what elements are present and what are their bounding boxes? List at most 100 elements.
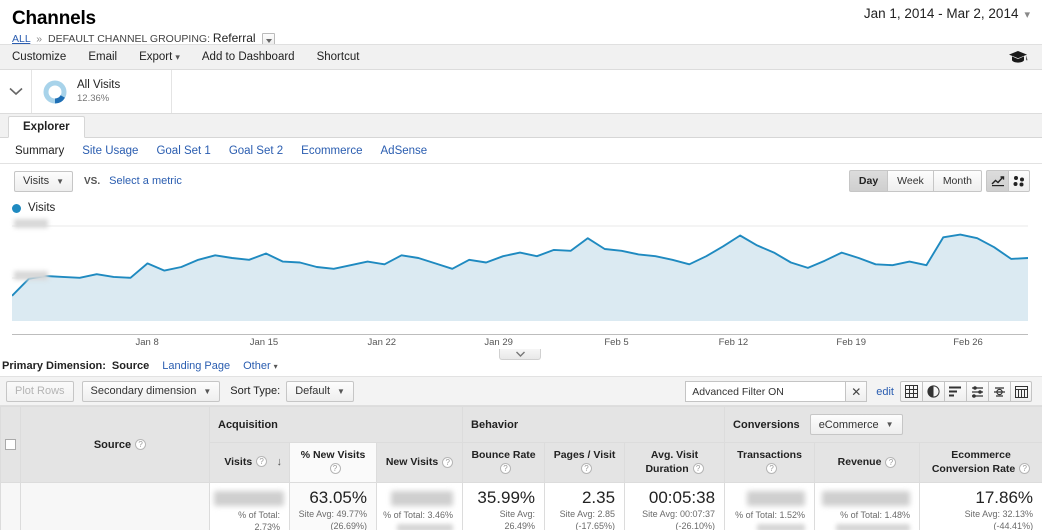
report-data-table: Source? Acquisition Behavior Conversions… bbox=[0, 406, 1042, 530]
pivot-view-icon[interactable] bbox=[1010, 381, 1032, 402]
summary-pct-new-visits-delta: (26.69%) bbox=[330, 521, 367, 530]
summary-avg-visit-duration-siteavg: Site Avg: 00:07:37 bbox=[642, 509, 716, 519]
chevron-down-icon: ▾ bbox=[175, 52, 180, 62]
summary-pages-per-visit-value: 2.35 bbox=[581, 488, 616, 507]
segment-bar: All Visits 12.36% bbox=[0, 70, 1042, 114]
segment-expand-toggle[interactable] bbox=[0, 70, 32, 113]
select-a-metric-link[interactable]: Select a metric bbox=[109, 175, 182, 187]
clear-filter-icon[interactable]: ✕ bbox=[845, 381, 868, 402]
graduation-cap-icon[interactable] bbox=[1008, 50, 1028, 69]
x-tick-label: Feb 26 bbox=[953, 337, 983, 348]
chevron-down-icon: ▼ bbox=[56, 176, 65, 186]
column-header-new-visits[interactable]: New Visits? bbox=[375, 442, 464, 483]
chevron-down-icon bbox=[8, 87, 23, 96]
plot-rows-button[interactable]: Plot Rows bbox=[6, 380, 74, 402]
dimension-landing-page[interactable]: Landing Page bbox=[162, 360, 230, 372]
table-view-icon[interactable] bbox=[900, 381, 922, 402]
help-icon[interactable]: ? bbox=[766, 463, 778, 475]
column-header-bounce-rate[interactable]: Bounce Rate? bbox=[462, 442, 546, 483]
source-column-header[interactable]: Source? bbox=[20, 406, 210, 483]
column-header-transactions[interactable]: Transactions? bbox=[724, 442, 816, 483]
table-group-header-row: Source? Acquisition Behavior Conversions… bbox=[0, 406, 1042, 483]
term-cloud-icon[interactable] bbox=[988, 381, 1010, 402]
segment-name: All Visits bbox=[77, 79, 121, 92]
segment-all-visits[interactable]: All Visits 12.36% bbox=[32, 70, 172, 113]
date-range-label: Jan 1, 2014 - Mar 2, 2014 bbox=[863, 6, 1019, 21]
redacted-value bbox=[391, 491, 454, 506]
comparison-view-icon[interactable] bbox=[966, 381, 988, 402]
email-button[interactable]: Email bbox=[88, 51, 117, 63]
select-all-checkbox[interactable] bbox=[5, 439, 16, 450]
chevron-down-icon: ▾ bbox=[273, 362, 278, 371]
column-header-ecommerce-conversion-rate[interactable]: Ecommerce Conversion Rate? bbox=[919, 442, 1042, 483]
advanced-filter-input[interactable]: Advanced Filter ON bbox=[685, 381, 846, 402]
visits-area-chart[interactable] bbox=[12, 216, 1028, 334]
granularity-month-button[interactable]: Month bbox=[932, 170, 982, 192]
column-header-visits[interactable]: Visits? ↓ bbox=[209, 442, 290, 483]
add-to-dashboard-button[interactable]: Add to Dashboard bbox=[202, 51, 295, 63]
legend-color-swatch bbox=[12, 203, 21, 213]
subtab-ecommerce[interactable]: Ecommerce bbox=[301, 145, 362, 157]
summary-cell-transactions: % of Total: 1.52% bbox=[724, 482, 816, 530]
breadcrumb-dimension-value: Referral bbox=[212, 31, 256, 45]
customize-button[interactable]: Customize bbox=[12, 51, 66, 63]
column-header-avg-visit-duration[interactable]: Avg. Visit Duration? bbox=[624, 442, 726, 483]
edit-filter-link[interactable]: edit bbox=[876, 386, 894, 398]
column-header-pages-per-visit[interactable]: Pages / Visit? bbox=[544, 442, 626, 483]
help-icon[interactable]: ? bbox=[581, 463, 593, 475]
segment-percent: 12.36% bbox=[77, 92, 110, 104]
chart-collapse-handle[interactable] bbox=[499, 349, 541, 360]
secondary-dimension-button[interactable]: Secondary dimension ▼ bbox=[81, 380, 221, 402]
summary-avg-visit-duration-delta: (-26.10%) bbox=[675, 521, 716, 530]
metric-selector[interactable]: Visits ▼ bbox=[14, 170, 74, 192]
advanced-filter-group: Advanced Filter ON ✕ edit bbox=[685, 381, 894, 402]
help-icon[interactable]: ? bbox=[442, 456, 454, 468]
help-icon[interactable]: ? bbox=[885, 456, 897, 468]
subtab-summary[interactable]: Summary bbox=[15, 145, 64, 157]
shortcut-button[interactable]: Shortcut bbox=[317, 51, 360, 63]
percentage-view-icon[interactable] bbox=[922, 381, 944, 402]
granularity-day-button[interactable]: Day bbox=[848, 170, 888, 192]
help-icon[interactable]: ? bbox=[329, 463, 341, 475]
line-chart-icon[interactable] bbox=[986, 170, 1008, 192]
chevron-down-icon: ▾ bbox=[1024, 9, 1030, 21]
column-header-pct-new-visits[interactable]: % New Visits? bbox=[289, 442, 377, 483]
sort-type-selector[interactable]: Default ▼ bbox=[286, 380, 354, 402]
export-button[interactable]: Export ▾ bbox=[139, 51, 180, 63]
summary-bounce-rate-value: 35.99% bbox=[477, 488, 536, 507]
date-range-selector[interactable]: Jan 1, 2014 - Mar 2, 2014 ▾ bbox=[864, 6, 1030, 21]
help-icon[interactable]: ? bbox=[500, 463, 512, 475]
redacted-value bbox=[747, 491, 806, 506]
subtab-goal-set-1[interactable]: Goal Set 1 bbox=[156, 145, 210, 157]
summary-ecommerce-conversion-rate-siteavg: Site Avg: 32.13% (-44.41%) bbox=[964, 509, 1034, 530]
subtab-goal-set-2[interactable]: Goal Set 2 bbox=[229, 145, 283, 157]
conversions-goal-selector[interactable]: eCommerce ▼ bbox=[809, 414, 903, 435]
tab-explorer[interactable]: Explorer bbox=[8, 116, 85, 138]
redacted-subvalue bbox=[397, 524, 454, 530]
help-icon[interactable]: ? bbox=[1019, 463, 1031, 475]
subtab-adsense[interactable]: AdSense bbox=[381, 145, 428, 157]
y-axis-label-upper-redacted bbox=[14, 219, 48, 228]
sort-type-label: Sort Type: bbox=[230, 385, 281, 397]
scatter-plot-icon[interactable] bbox=[1008, 170, 1030, 192]
summary-cell-new-visits: % of Total: 3.46% bbox=[375, 482, 464, 530]
sort-descending-icon[interactable]: ↓ bbox=[277, 456, 283, 470]
column-header-revenue[interactable]: Revenue? bbox=[814, 442, 921, 483]
summary-transactions-subtext: % of Total: 1.52% bbox=[735, 510, 806, 520]
help-icon[interactable]: ? bbox=[256, 456, 268, 468]
summary-cell-visits: % of Total: 2.73% bbox=[209, 482, 290, 530]
redacted-subvalue bbox=[836, 524, 911, 530]
subtab-site-usage[interactable]: Site Usage bbox=[82, 145, 138, 157]
granularity-week-button[interactable]: Week bbox=[887, 170, 933, 192]
summary-cell-pct-new-visits: 63.05% Site Avg: 49.77% (26.69%) bbox=[289, 482, 377, 530]
dimension-other[interactable]: Other ▾ bbox=[243, 360, 278, 372]
performance-view-icon[interactable] bbox=[944, 381, 966, 402]
help-icon[interactable]: ? bbox=[692, 463, 704, 475]
chart-x-axis: Jan 8 Jan 15 Jan 22 Jan 29 Feb 5 Feb 12 … bbox=[12, 334, 1028, 360]
dimension-source[interactable]: Source bbox=[112, 360, 149, 372]
report-subtabs: Summary Site Usage Goal Set 1 Goal Set 2… bbox=[0, 138, 1042, 164]
view-type-button-group bbox=[900, 381, 1032, 402]
x-tick-label: Jan 22 bbox=[367, 337, 397, 348]
help-icon[interactable]: ? bbox=[135, 439, 147, 451]
summary-select-cell bbox=[0, 482, 21, 530]
